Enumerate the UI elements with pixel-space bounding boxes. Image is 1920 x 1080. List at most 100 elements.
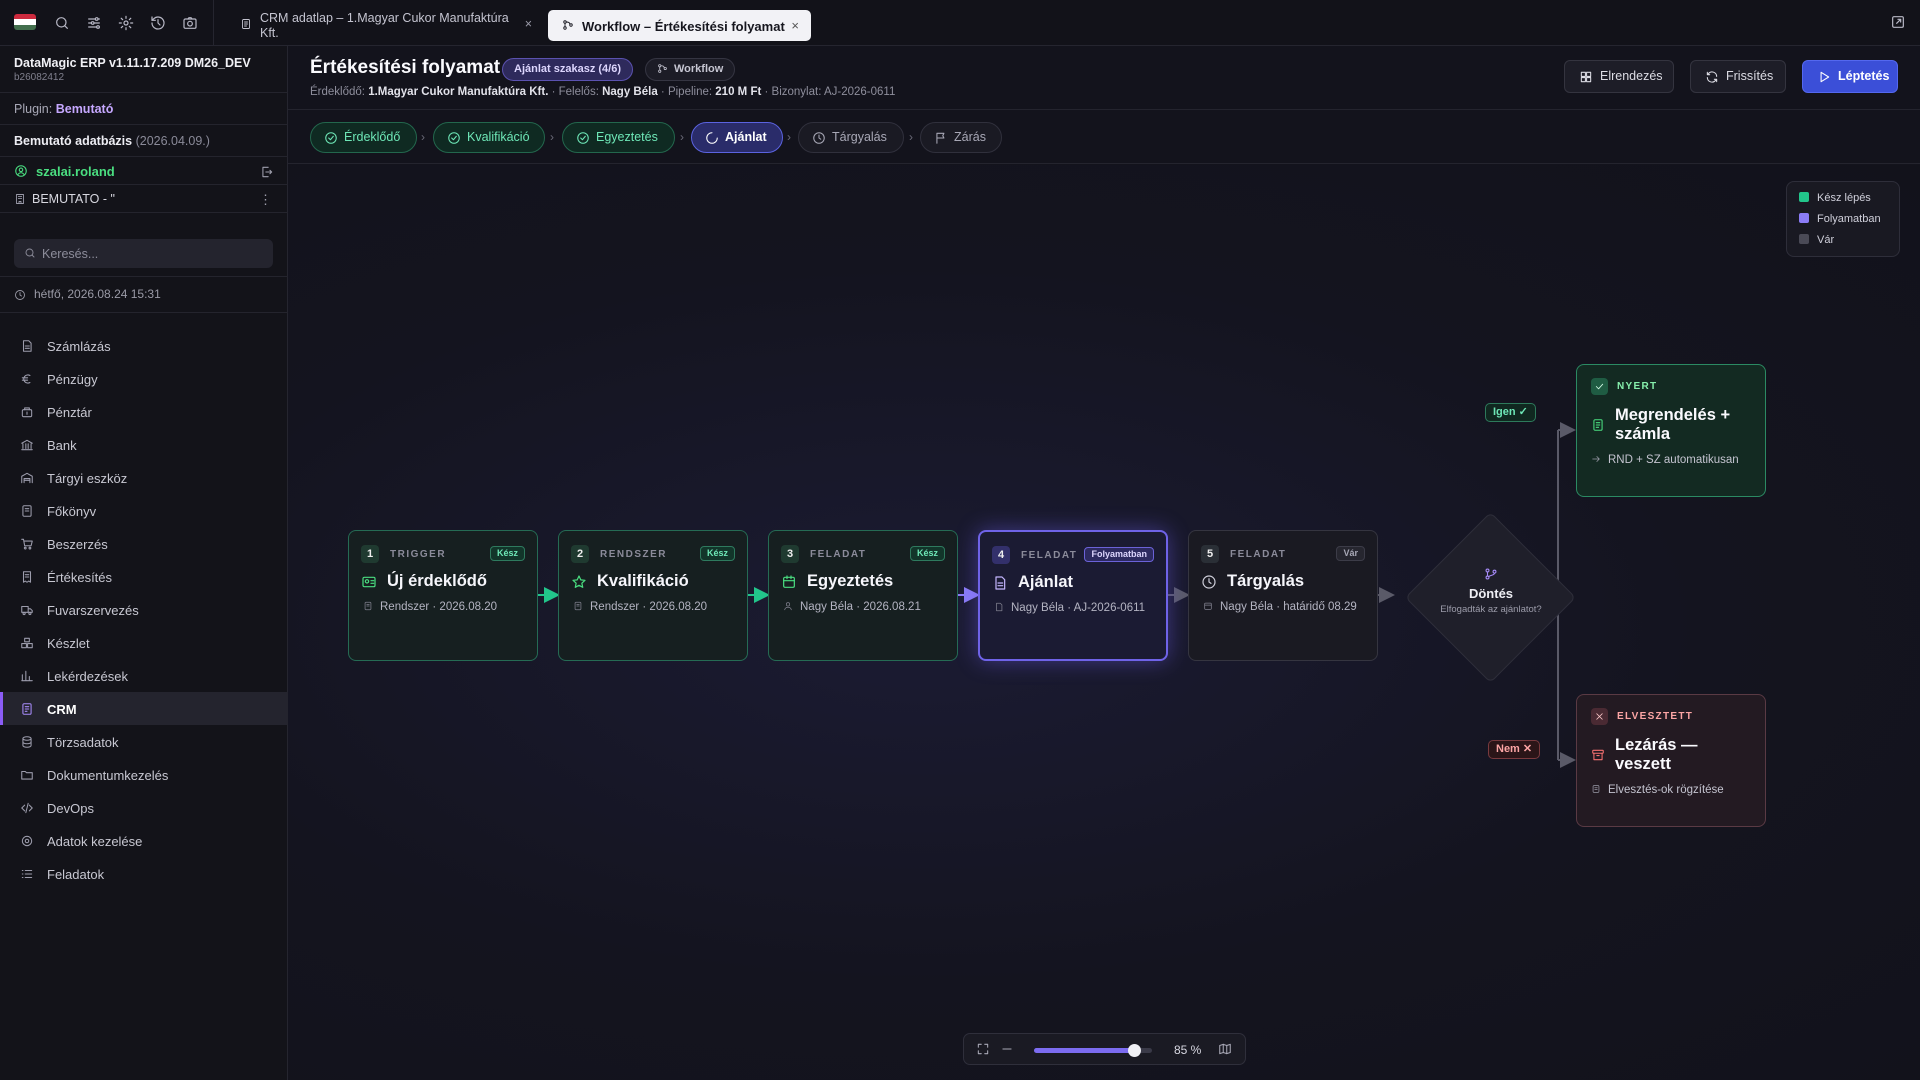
owner-value: Nagy Béla <box>602 86 658 98</box>
outcome-subtitle: RND + SZ automatikusan <box>1591 454 1739 466</box>
node-kvalifikacio[interactable]: 2 RENDSZER Kész Kvalifikáció Rendszer · … <box>558 530 748 661</box>
gear-icon[interactable] <box>118 15 134 31</box>
sidebar-item-devops[interactable]: DevOps <box>0 791 288 824</box>
sidebar-item-fuvarszervezes[interactable]: Fuvarszervezés <box>0 593 288 626</box>
sidebar-item-beszerzes[interactable]: Beszerzés <box>0 527 288 560</box>
legend-swatch-waiting <box>1799 234 1809 244</box>
stage-zaras[interactable]: Zárás <box>920 122 1002 153</box>
logout-icon[interactable] <box>260 165 274 179</box>
ledger-icon <box>22 505 32 517</box>
sidebar-item-fokonyv[interactable]: Főkönyv <box>0 494 288 527</box>
zoom-slider[interactable] <box>1034 1044 1152 1057</box>
tab-label: CRM adatlap – 1.Magyar Cukor Manufaktúra… <box>260 11 509 40</box>
tab-close-button[interactable]: × <box>791 18 799 33</box>
sidebar-item-keszlet[interactable]: Készlet <box>0 626 288 659</box>
stage-label: Ajánlat <box>725 130 767 144</box>
search-icon[interactable] <box>54 15 70 31</box>
stage-egyeztetes[interactable]: Egyeztetés <box>562 122 675 153</box>
tab-crm-adatlap[interactable]: CRM adatlap – 1.Magyar Cukor Manufaktúra… <box>228 7 538 41</box>
node-egyeztetes[interactable]: 3 FELADAT Kész Egyeztetés Nagy Béla · 20… <box>768 530 958 661</box>
divider <box>0 312 288 313</box>
search-input[interactable]: Keresés... <box>14 239 273 268</box>
node-targyalas[interactable]: 5 FELADAT Vár Tárgyalás Nagy Béla · hatá… <box>1188 530 1378 661</box>
company-name[interactable]: BEMUTATO - " <box>32 192 115 206</box>
sidebar-item-szamlazas[interactable]: Számlázás <box>0 329 288 362</box>
step-button[interactable]: Léptetés <box>1802 60 1898 93</box>
top-bar: CRM adatlap – 1.Magyar Cukor Manufaktúra… <box>0 0 1920 46</box>
plugin-value[interactable]: Bemutató <box>56 102 114 116</box>
legend-item: Folyamatban <box>1799 213 1881 225</box>
layout-button[interactable]: Elrendezés <box>1564 60 1674 93</box>
workflow-badge[interactable]: Workflow <box>645 58 736 81</box>
workflow-canvas[interactable]: Kész lépés Folyamatban Vár 1 TRIGGER Kés… <box>288 165 1920 1080</box>
divider <box>213 0 214 46</box>
sidebar-item-adatok-kezelese[interactable]: Adatok kezelése <box>0 824 288 857</box>
sidebar-item-targyi-eszkoz[interactable]: Tárgyi eszköz <box>0 461 288 494</box>
node-ajanlat[interactable]: 4 FELADAT Folyamatban Ajánlat Nagy Béla … <box>978 530 1168 661</box>
sidebar-item-penzugy[interactable]: Pénzügy <box>0 362 288 395</box>
sidebar-item-feladatok[interactable]: Feladatok <box>0 857 288 890</box>
zoom-out-icon[interactable] <box>1000 1042 1014 1056</box>
sidebar-item-label: Feladatok <box>47 867 105 882</box>
more-vertical-icon[interactable]: ⋮ <box>259 192 272 208</box>
tab-workflow[interactable]: Workflow – Értékesítési folyamat × <box>548 10 811 41</box>
node-subtitle: Nagy Béla · AJ-2026-0611 <box>994 602 1145 614</box>
legend-swatch-running <box>1799 213 1809 223</box>
node-kind: FELADAT <box>1230 549 1287 560</box>
node-title: Új érdeklődő <box>387 572 487 590</box>
branch-yes-label: Igen ✓ <box>1485 403 1536 422</box>
sidebar-item-label: Törzsadatok <box>47 735 119 750</box>
plugin-label: Plugin: <box>14 102 53 116</box>
sidebar-item-crm[interactable]: CRM <box>0 692 288 725</box>
camera-icon[interactable] <box>182 15 198 31</box>
stage-targyalas[interactable]: Tárgyalás <box>798 122 904 153</box>
outcome-lost[interactable]: ELVESZTETT Lezárás — veszett Elvesztés-o… <box>1576 694 1766 827</box>
sidebar-item-ertekesites[interactable]: Értékesítés <box>0 560 288 593</box>
sidebar-item-bank[interactable]: Bank <box>0 428 288 461</box>
database-icon <box>22 736 32 748</box>
stage-erdeklodo[interactable]: Érdeklődő <box>310 122 417 153</box>
play-icon <box>1820 71 1830 83</box>
workflow-badge-label: Workflow <box>674 63 724 75</box>
sliders-icon[interactable] <box>86 15 102 31</box>
branch-no-label: Nem ✕ <box>1488 740 1541 759</box>
stage-ajanlat[interactable]: Ajánlat <box>691 122 783 153</box>
legend: Kész lépés Folyamatban Vár <box>1786 181 1900 257</box>
status-badge: Vár <box>1336 546 1365 561</box>
sidebar-item-penztar[interactable]: Pénztár <box>0 395 288 428</box>
sidebar-item-dokumentumkezeles[interactable]: Dokumentumkezelés <box>0 758 288 791</box>
chevron-right-icon: › <box>680 130 684 144</box>
status-badge: Kész <box>489 546 525 561</box>
boxes-icon <box>21 637 33 649</box>
minimap-icon[interactable] <box>1218 1042 1232 1056</box>
node-kind: RENDSZER <box>600 549 668 560</box>
tab-close-button[interactable]: × <box>525 17 532 31</box>
outcome-tag: ELVESZTETT <box>1617 711 1694 722</box>
outcome-subtitle-text: Elvesztés-ok rögzítése <box>1608 784 1724 796</box>
zoom-slider-fill <box>1034 1048 1135 1053</box>
refresh-button[interactable]: Frissítés <box>1690 60 1786 93</box>
stage-badge: Ajánlat szakasz (4/6) <box>502 58 633 81</box>
arrow-right-icon <box>1592 456 1600 462</box>
expand-icon[interactable] <box>1890 14 1906 30</box>
history-icon[interactable] <box>150 15 166 31</box>
outcome-won[interactable]: NYERT Megrendelés + számla RND + SZ auto… <box>1576 364 1766 497</box>
page-header: Értékesítési folyamat Ajánlat szakasz (4… <box>288 46 1920 110</box>
layout-button-label: Elrendezés <box>1600 69 1663 83</box>
fit-screen-icon[interactable] <box>976 1042 990 1056</box>
tab-label: Workflow – Értékesítési folyamat <box>582 19 785 34</box>
clock-icon <box>15 290 25 300</box>
outcome-subtitle-text: RND + SZ automatikusan <box>1608 454 1739 466</box>
legend-item: Kész lépés <box>1799 192 1871 204</box>
sidebar-item-lekerdezesek[interactable]: Lekérdezések <box>0 659 288 692</box>
username[interactable]: szalai.roland <box>36 164 115 179</box>
sidebar-item-torzsadatok[interactable]: Törzsadatok <box>0 725 288 758</box>
cashbox-icon <box>21 407 33 418</box>
cart-icon <box>21 538 33 550</box>
search-icon <box>25 248 35 258</box>
node-uj-erdeklodo[interactable]: 1 TRIGGER Kész Új érdeklődő Rendszer · 2… <box>348 530 538 661</box>
zoom-slider-handle[interactable] <box>1128 1044 1142 1057</box>
stage-kvalifikacio[interactable]: Kvalifikáció <box>433 122 545 153</box>
page-title: Értékesítési folyamat <box>310 57 501 78</box>
flag-hu-icon[interactable] <box>14 14 36 30</box>
